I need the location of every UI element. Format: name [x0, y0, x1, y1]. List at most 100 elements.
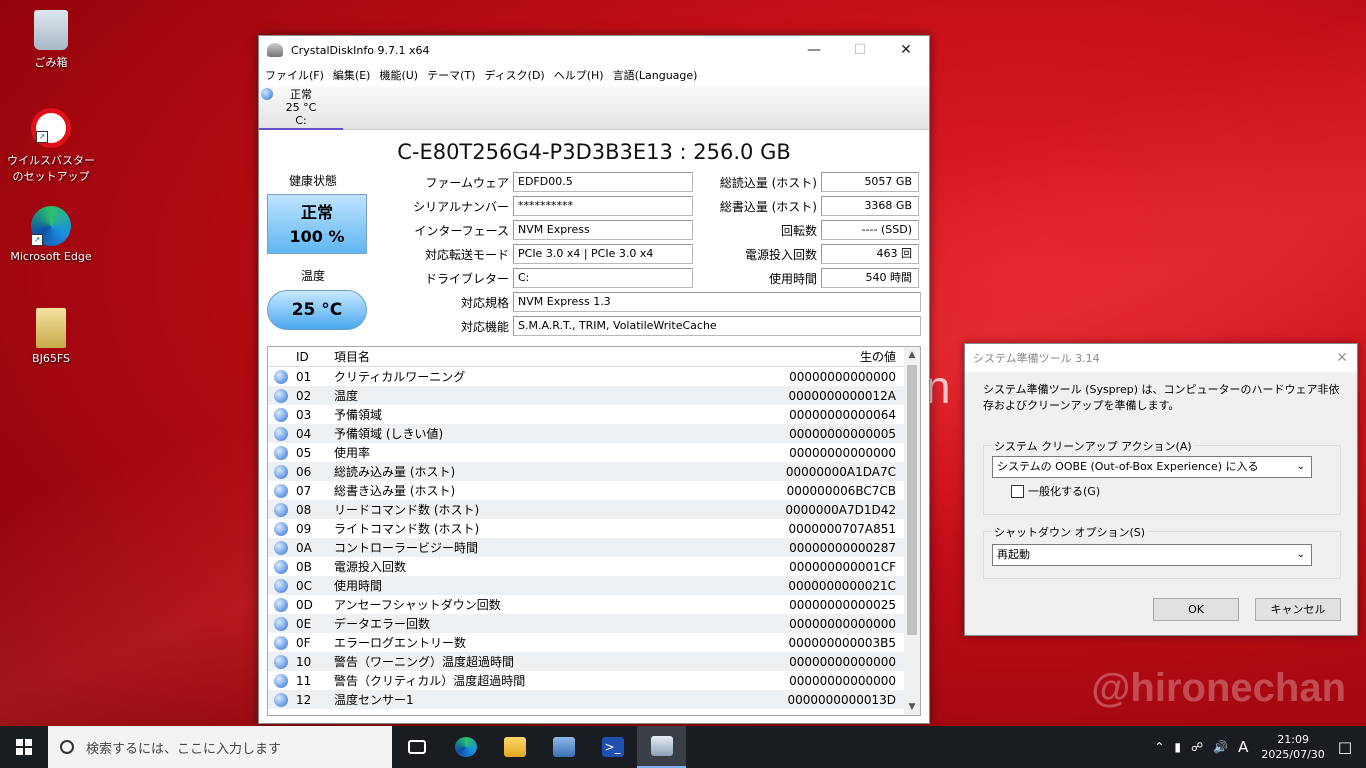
menu-language[interactable]: 言語(Language) — [611, 67, 705, 83]
col-name-header[interactable]: 項目名 — [326, 348, 762, 365]
shutdown-select[interactable]: 再起動 ⌄ — [992, 544, 1312, 566]
smart-id: 09 — [296, 521, 312, 536]
taskbar-search[interactable]: 検索するには、ここに入力します — [48, 726, 392, 768]
ok-button[interactable]: OK — [1153, 598, 1239, 621]
taskbar-explorer[interactable] — [490, 726, 539, 768]
smart-row[interactable]: 0E データエラー回数 00000000000000 — [268, 614, 920, 633]
power-hours-label: 使用時間 — [768, 271, 817, 286]
battery-icon[interactable]: ▮ — [1169, 740, 1186, 754]
cleanup-select[interactable]: システムの OOBE (Out-of-Box Experience) に入る ⌄ — [992, 456, 1312, 478]
ime-indicator[interactable]: A — [1233, 738, 1253, 756]
menu-file[interactable]: ファイル(F) — [263, 67, 331, 83]
desktop-icon-recycle-bin[interactable]: ごみ箱 — [6, 10, 96, 70]
smart-row[interactable]: 08 リードコマンド数 (ホスト) 0000000A7D1D42 — [268, 500, 920, 519]
smart-name: コントローラービジー時間 — [334, 541, 479, 555]
maximize-button[interactable]: ☐ — [837, 36, 883, 64]
smart-row[interactable]: 04 予備領域 (しきい値) 00000000000005 — [268, 424, 920, 443]
scroll-down-icon[interactable]: ▼ — [904, 699, 920, 715]
taskbar-crystaldiskinfo[interactable] — [637, 726, 686, 768]
taskbar-network[interactable] — [539, 726, 588, 768]
desktop-icon-bj65fs[interactable]: BJ65FS — [6, 308, 96, 365]
smart-row[interactable]: 10 警告（ワーニング）温度超過時間 00000000000000 — [268, 652, 920, 671]
menu-bar: ファイル(F) 編集(E) 機能(U) テーマ(T) ディスク(D) ヘルプ(H… — [259, 64, 929, 86]
power-count-value: 463 回 — [821, 244, 919, 264]
temperature-button[interactable]: 25 °C — [267, 290, 367, 330]
tray-chevron-up-icon[interactable]: ⌃ — [1149, 740, 1169, 754]
smart-row[interactable]: 01 クリティカルワーニング 00000000000000 — [268, 367, 920, 386]
titlebar[interactable]: CrystalDiskInfo 9.7.1 x64 — ☐ ✕ — [259, 36, 929, 64]
smart-row[interactable]: 0A コントローラービジー時間 00000000000287 — [268, 538, 920, 557]
crystaldiskinfo-window: CrystalDiskInfo 9.7.1 x64 — ☐ ✕ ファイル(F) … — [258, 35, 930, 724]
col-id-header[interactable]: ID — [296, 350, 326, 364]
smart-row[interactable]: 06 総読み込み量 (ホスト) 00000000A1DA7C — [268, 462, 920, 481]
checkbox-box[interactable] — [1011, 484, 1024, 498]
shutdown-group: シャットダウン オプション(S) 再起動 ⌄ — [983, 524, 1341, 579]
smart-raw-value: 000000006BC7CB — [786, 483, 896, 498]
col-raw-header[interactable]: 生の値 — [762, 348, 902, 365]
smart-row[interactable]: 0D アンセーフシャットダウン回数 00000000000025 — [268, 595, 920, 614]
smart-row[interactable]: 09 ライトコマンド数 (ホスト) 0000000707A851 — [268, 519, 920, 538]
window-title: CrystalDiskInfo 9.7.1 x64 — [291, 43, 430, 57]
desktop-icon-label: BJ65FS — [32, 352, 70, 365]
smart-row[interactable]: 11 警告（クリティカル）温度超過時間 00000000000000 — [268, 671, 920, 690]
smart-raw-value: 0000000000012A — [788, 388, 896, 403]
search-icon — [60, 740, 74, 754]
menu-help[interactable]: ヘルプ(H) — [552, 67, 611, 83]
scroll-up-icon[interactable]: ▲ — [904, 347, 920, 363]
power-count-label: 電源投入回数 — [744, 247, 817, 262]
drive-tab-c[interactable]: 正常 25 °C C: — [259, 86, 343, 130]
taskbar-edge[interactable] — [441, 726, 490, 768]
menu-theme[interactable]: テーマ(T) — [425, 67, 482, 83]
smart-id: 03 — [296, 407, 312, 422]
smart-name: 温度センサー1 — [334, 693, 414, 707]
smart-row[interactable]: 0C 使用時間 0000000000021C — [268, 576, 920, 595]
scroll-thumb[interactable] — [907, 365, 917, 635]
smart-row[interactable]: 07 総書き込み量 (ホスト) 000000006BC7CB — [268, 481, 920, 500]
crystaldiskinfo-icon — [650, 736, 673, 756]
temperature-label: 温度 — [301, 269, 326, 283]
cancel-button[interactable]: キャンセル — [1255, 598, 1341, 621]
smart-row[interactable]: 03 予備領域 00000000000064 — [268, 405, 920, 424]
network-icon — [552, 737, 575, 757]
smart-row[interactable]: 12 温度センサー1 0000000000013D — [268, 690, 920, 709]
smart-row[interactable]: 0F エラーログエントリー数 000000000003B5 — [268, 633, 920, 652]
sysprep-titlebar[interactable]: システム準備ツール 3.14 ✕ — [965, 344, 1357, 372]
smart-id: 05 — [296, 445, 312, 460]
task-view-button[interactable] — [392, 726, 441, 768]
smart-row[interactable]: 05 使用率 00000000000000 — [268, 443, 920, 462]
taskbar: 検索するには、ここに入力します >_ ⌃ ▮ ☍ 🔊 A 21:09 2025/… — [0, 726, 1366, 768]
close-button[interactable]: ✕ — [883, 36, 929, 64]
menu-function[interactable]: 機能(U) — [377, 67, 425, 83]
taskbar-powershell[interactable]: >_ — [588, 726, 637, 768]
status-dot-icon — [274, 654, 288, 669]
shutdown-label: シャットダウン オプション(S) — [992, 524, 1148, 540]
notification-icon[interactable]: □ — [1333, 738, 1366, 756]
smart-name: リードコマンド数 (ホスト) — [334, 503, 480, 517]
desktop-icon-virusbuster[interactable]: ↗ ウイルスバスターのセットアップ — [6, 108, 96, 184]
menu-edit[interactable]: 編集(E) — [331, 67, 378, 83]
globe-icon[interactable]: ☍ — [1186, 740, 1208, 754]
health-status-button[interactable]: 正常 100 % — [267, 194, 367, 254]
drive-letter-label: ドライブレター — [424, 271, 509, 286]
smart-name: 警告（ワーニング）温度超過時間 — [334, 655, 515, 669]
start-button[interactable] — [0, 726, 48, 768]
smart-raw-value: 00000000000000 — [789, 654, 896, 669]
minimize-button[interactable]: — — [791, 36, 837, 64]
smart-raw-value: 00000000000025 — [789, 597, 896, 612]
menu-disk[interactable]: ディスク(D) — [482, 67, 551, 83]
desktop-icon-edge[interactable]: ↗ Microsoft Edge — [6, 206, 96, 263]
folder-icon — [503, 737, 526, 757]
status-dot-cell — [268, 483, 296, 498]
smart-scrollbar[interactable]: ▲ ▼ — [904, 347, 920, 715]
cleanup-label: システム クリーンアップ アクション(A) — [992, 438, 1194, 454]
smart-row[interactable]: 0B 電源投入回数 000000000001CF — [268, 557, 920, 576]
sysprep-close-icon[interactable]: ✕ — [1327, 350, 1357, 366]
clock[interactable]: 21:09 2025/07/30 — [1253, 732, 1332, 762]
speaker-icon[interactable]: 🔊 — [1208, 740, 1233, 754]
transfer-mode-label: 対応転送モード — [424, 247, 509, 262]
serial-value: ********** — [513, 196, 693, 216]
smart-table[interactable]: ID 項目名 生の値 01 クリティカルワーニング 00000000000000 02… — [267, 346, 921, 716]
smart-row[interactable]: 02 温度 0000000000012A — [268, 386, 920, 405]
generalize-checkbox[interactable]: 一般化する(G) — [1011, 483, 1100, 499]
smart-id: 08 — [296, 502, 312, 517]
